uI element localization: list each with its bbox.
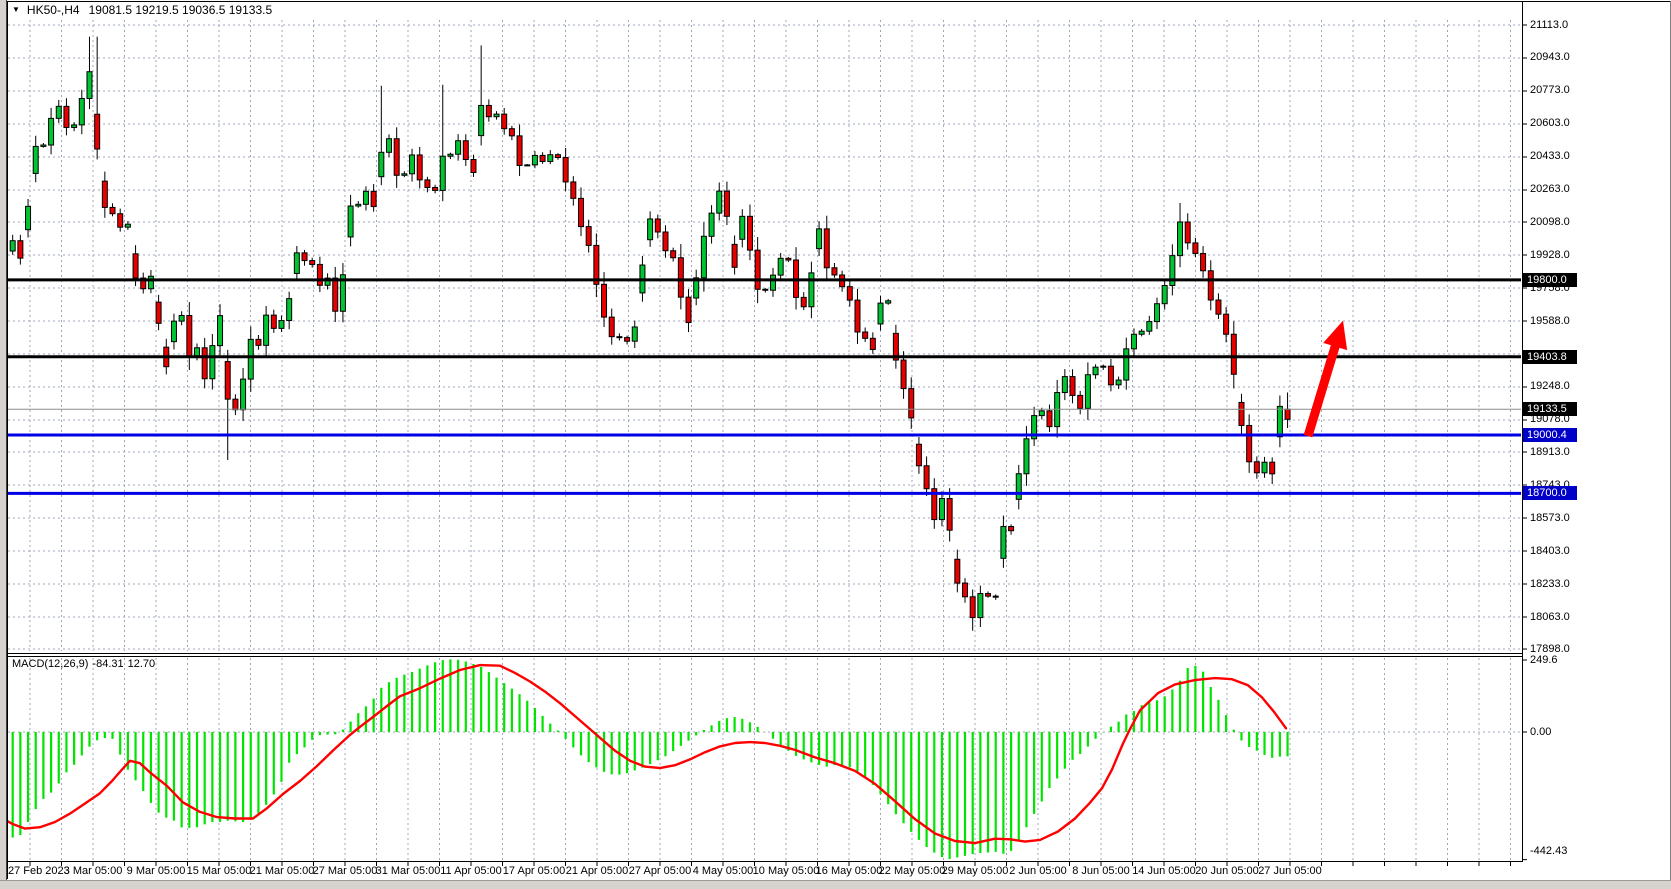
- price-axis-label: 18573.0: [1530, 512, 1570, 525]
- price-level-badge: 19403.8: [1523, 350, 1577, 364]
- pane-borders: [7, 1, 1671, 880]
- price-axis-label: 20263.0: [1530, 183, 1570, 196]
- window-bottom-frame: [0, 880, 1671, 889]
- price-axis-label: 20098.0: [1530, 216, 1570, 229]
- macd-scale-label: 249.6: [1530, 654, 1558, 667]
- macd-scale-label: 0.00: [1530, 726, 1551, 739]
- price-axis-label: 18403.0: [1530, 545, 1570, 558]
- chart-title: ▼ HK50-,H4 19081.5 19219.5 19036.5 19133.5: [12, 3, 272, 17]
- symbol-period-label: HK50-,H4: [27, 3, 80, 17]
- price-axis-label: 20603.0: [1530, 117, 1570, 130]
- time-axis[interactable]: 27 Feb 20233 Mar 05:009 Mar 05:0015 Mar …: [7, 862, 1522, 880]
- trend-arrow[interactable]: [1308, 321, 1347, 436]
- price-level-badge: 19800.0: [1523, 273, 1577, 287]
- price-level-badge: 18700.0: [1523, 486, 1577, 500]
- time-axis-label: 27 Jun 05:00: [1250, 865, 1330, 878]
- macd-signal-value: 12.70: [128, 658, 156, 670]
- price-axis-label: 20773.0: [1530, 84, 1570, 97]
- chart-window: ▼ HK50-,H4 19081.5 19219.5 19036.5 19133.5…: [0, 0, 1671, 889]
- price-level-badge: 19000.4: [1523, 428, 1577, 442]
- price-axis-label: 20433.0: [1530, 150, 1570, 163]
- chart-canvas[interactable]: [0, 0, 1671, 889]
- price-axis-label: 18233.0: [1530, 578, 1570, 591]
- symbol-dropdown-icon[interactable]: ▼: [12, 5, 20, 14]
- macd-main-value: -84.31: [92, 658, 123, 670]
- price-axis-label: 18063.0: [1530, 611, 1570, 624]
- macd-name: MACD(12,26,9): [12, 658, 88, 670]
- macd-histogram: [5, 659, 1288, 859]
- price-axis-label: 19588.0: [1530, 315, 1570, 328]
- price-axis-label: 19248.0: [1530, 380, 1570, 393]
- price-axis[interactable]: 21113.0 20943.0 20773.0 20603.0 20433.0 20263…: [1522, 0, 1671, 862]
- macd-indicator-label: MACD(12,26,9) -84.31 12.70: [12, 658, 159, 670]
- window-left-frame: [0, 0, 7, 889]
- title-ohlc-values: 19081.5 19219.5 19036.5 19133.5: [89, 3, 273, 17]
- axis-ticks: [30, 25, 1527, 866]
- price-level-badge: 19133.5: [1523, 402, 1577, 416]
- price-axis-label: 18913.0: [1530, 446, 1570, 459]
- price-axis-label: 20943.0: [1530, 51, 1570, 64]
- candlestick-series: [3, 37, 1291, 631]
- macd-scale-label: -442.43: [1530, 845, 1567, 858]
- price-axis-label: 19928.0: [1530, 249, 1570, 262]
- price-axis-label: 21113.0: [1530, 19, 1568, 32]
